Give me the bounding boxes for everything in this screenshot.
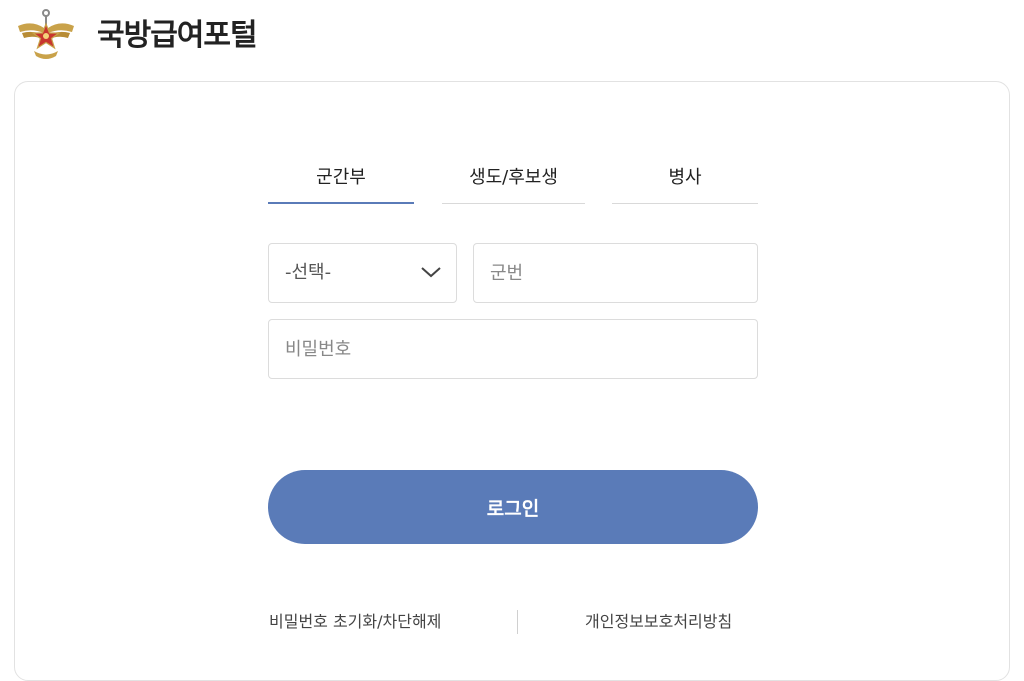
tab-enlisted[interactable]: 병사	[612, 164, 758, 204]
footer-divider	[517, 610, 518, 634]
login-button[interactable]: 로그인	[268, 470, 758, 544]
military-emblem-icon[interactable]	[14, 6, 78, 64]
password-reset-link[interactable]: 비밀번호 초기화/차단해제	[269, 610, 441, 634]
header: 국방급여포털	[0, 0, 1024, 72]
category-select-value: -선택-	[285, 262, 332, 283]
password-input[interactable]	[268, 319, 758, 379]
privacy-policy-link[interactable]: 개인정보보호처리방침	[585, 610, 732, 634]
site-title: 국방급여포털	[97, 18, 258, 53]
tab-cadet[interactable]: 생도/후보생	[442, 164, 585, 204]
category-select[interactable]: -선택-	[268, 243, 457, 303]
chevron-down-icon	[420, 264, 442, 280]
tab-officer[interactable]: 군간부	[268, 164, 414, 204]
service-number-input[interactable]	[473, 243, 758, 303]
